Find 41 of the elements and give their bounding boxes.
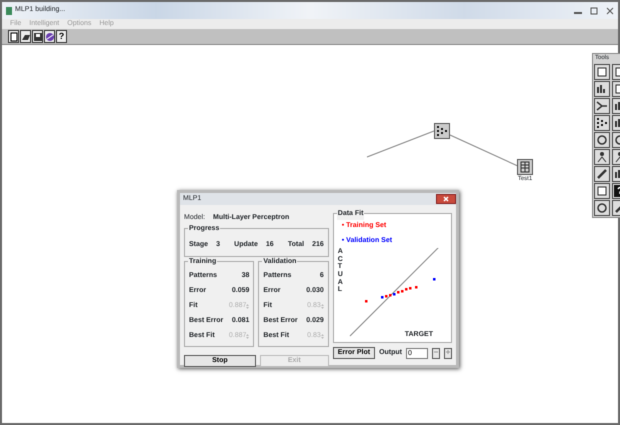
decrement-button[interactable]: [432, 348, 440, 359]
spinner-icon: [320, 333, 324, 340]
save-icon: [33, 32, 42, 42]
document-icon: [596, 185, 608, 197]
tool-button[interactable]: [594, 64, 610, 80]
document-icon: [596, 66, 608, 78]
toolbar-button[interactable]: [44, 30, 55, 43]
app-icon: [6, 6, 12, 14]
minus-icon: [433, 349, 439, 356]
plus-icon: [445, 349, 451, 356]
tool-button[interactable]: [594, 149, 610, 165]
restore-icon[interactable]: [590, 6, 598, 14]
toolbar-button[interactable]: [32, 30, 43, 43]
tool-button[interactable]: [594, 200, 610, 216]
close-icon: [443, 196, 449, 202]
toolbar-button[interactable]: [8, 30, 19, 43]
spinner-icon: [246, 303, 250, 310]
bar-chart-icon: [596, 83, 608, 95]
network-node-icon[interactable]: [434, 123, 450, 139]
close-icon[interactable]: [606, 6, 614, 14]
circle-icon: [596, 134, 608, 146]
spinner-icon: [320, 303, 324, 310]
connector-line: [366, 130, 434, 158]
tool-button[interactable]: [594, 98, 610, 114]
tool-button[interactable]: [594, 81, 610, 97]
help-button[interactable]: ?: [56, 30, 67, 43]
increment-button[interactable]: [444, 348, 452, 359]
branch-icon: [596, 100, 608, 112]
tool-button[interactable]: [594, 166, 610, 182]
spinner-icon: [246, 333, 250, 340]
table-node-icon[interactable]: [517, 159, 533, 175]
tool-button[interactable]: [594, 183, 610, 199]
person-icon: [596, 151, 608, 163]
toolbar-button[interactable]: [20, 30, 31, 43]
close-button[interactable]: [436, 194, 456, 204]
tool-button[interactable]: [594, 115, 610, 131]
tool-button[interactable]: [594, 132, 610, 148]
new-file-icon: [9, 32, 18, 42]
circle-icon: [596, 202, 608, 214]
network-icon: [596, 117, 608, 129]
pen-icon: [596, 168, 608, 180]
